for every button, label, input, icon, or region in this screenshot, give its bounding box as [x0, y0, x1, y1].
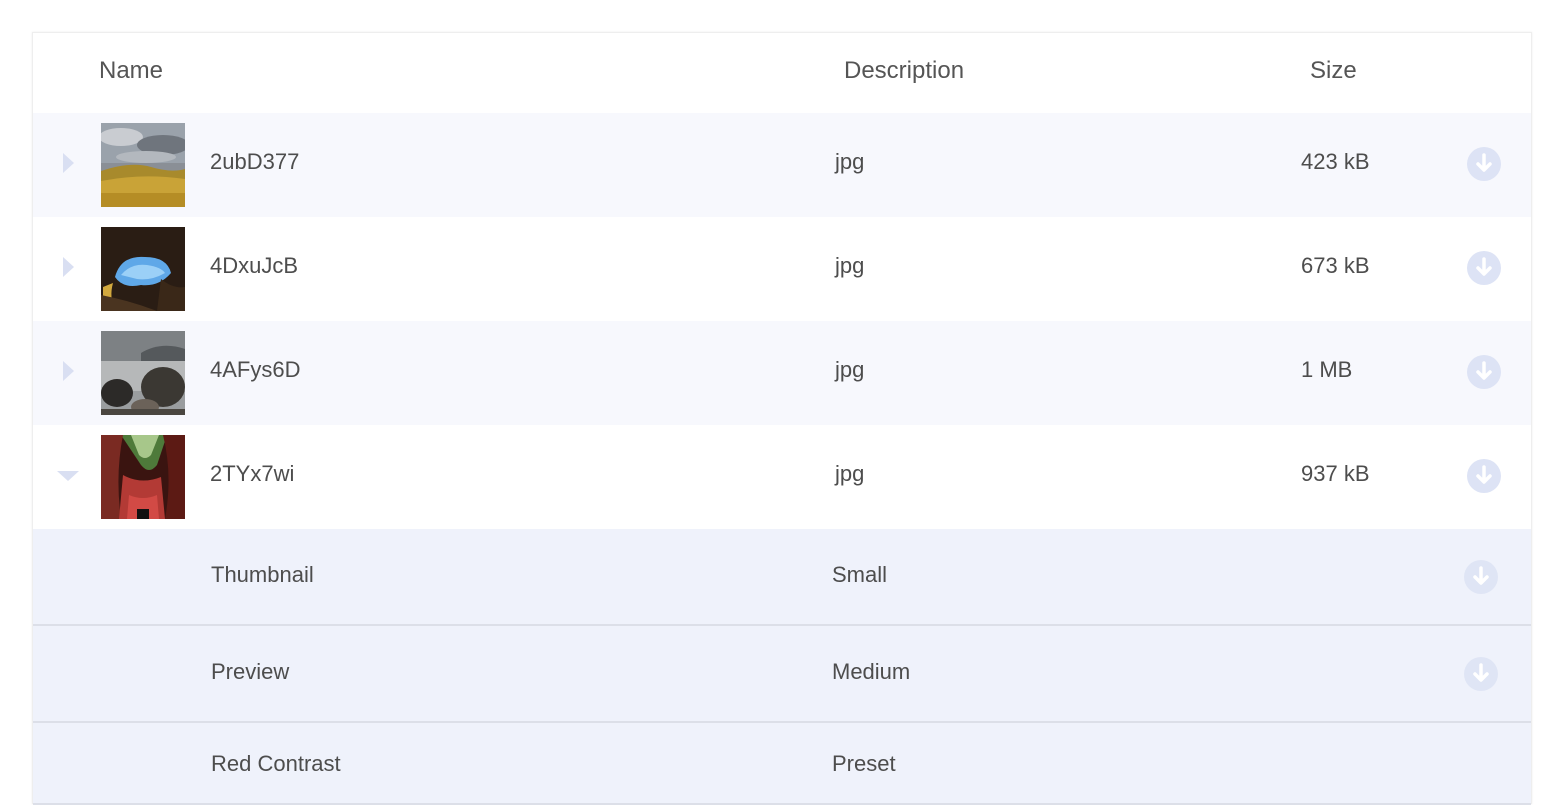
column-header-name[interactable]: Name	[99, 57, 163, 85]
sub-row[interactable]: Red Contrast Preset	[33, 723, 1531, 805]
file-size: 423 kB	[1301, 149, 1370, 174]
table-row[interactable]: 4AFys6D jpg 1 MB	[33, 321, 1531, 425]
caret-down-icon[interactable]	[57, 471, 79, 481]
variant-name: Preview	[211, 659, 290, 684]
thumbnail-image[interactable]	[101, 435, 185, 519]
table-row[interactable]: 2ubD377 jpg 423 kB	[33, 113, 1531, 217]
file-description: jpg	[835, 253, 865, 278]
column-header-size[interactable]: Size	[1310, 57, 1357, 85]
download-arrow-circle-icon[interactable]	[1467, 355, 1501, 389]
caret-right-icon[interactable]	[63, 153, 74, 173]
variant-name: Red Contrast	[211, 751, 341, 776]
file-description: jpg	[835, 461, 865, 486]
download-arrow-circle-icon[interactable]	[1464, 560, 1498, 594]
variant-description: Medium	[832, 659, 911, 684]
variant-name: Thumbnail	[211, 562, 314, 587]
file-description: jpg	[835, 357, 865, 382]
column-header-description[interactable]: Description	[844, 57, 964, 85]
download-arrow-circle-icon[interactable]	[1467, 251, 1501, 285]
table-row[interactable]: 2TYx7wi jpg 937 kB	[33, 425, 1531, 529]
download-arrow-circle-icon[interactable]	[1467, 147, 1501, 181]
file-description: jpg	[835, 149, 865, 174]
download-arrow-circle-icon[interactable]	[1464, 657, 1498, 691]
caret-right-icon[interactable]	[63, 361, 74, 381]
table-header: Name Description Size	[33, 33, 1531, 113]
thumbnail-image[interactable]	[101, 331, 185, 415]
download-arrow-circle-icon[interactable]	[1467, 459, 1501, 493]
file-size: 937 kB	[1301, 461, 1370, 486]
variant-description: Preset	[832, 751, 896, 776]
file-table: Name Description Size 2ubD377 jpg 423 kB	[32, 32, 1532, 805]
file-name: 4DxuJcB	[210, 253, 299, 278]
file-size: 1 MB	[1301, 357, 1353, 382]
file-name: 2TYx7wi	[210, 461, 295, 486]
caret-right-icon[interactable]	[63, 257, 74, 277]
sub-row[interactable]: Thumbnail Small	[33, 529, 1531, 626]
thumbnail-image[interactable]	[101, 123, 185, 207]
table-row[interactable]: 4DxuJcB jpg 673 kB	[33, 217, 1531, 321]
variant-description: Small	[832, 562, 888, 587]
file-name: 4AFys6D	[210, 357, 301, 382]
file-name: 2ubD377	[210, 149, 300, 174]
thumbnail-image[interactable]	[101, 227, 185, 311]
file-size: 673 kB	[1301, 253, 1370, 278]
sub-row[interactable]: Preview Medium	[33, 626, 1531, 723]
